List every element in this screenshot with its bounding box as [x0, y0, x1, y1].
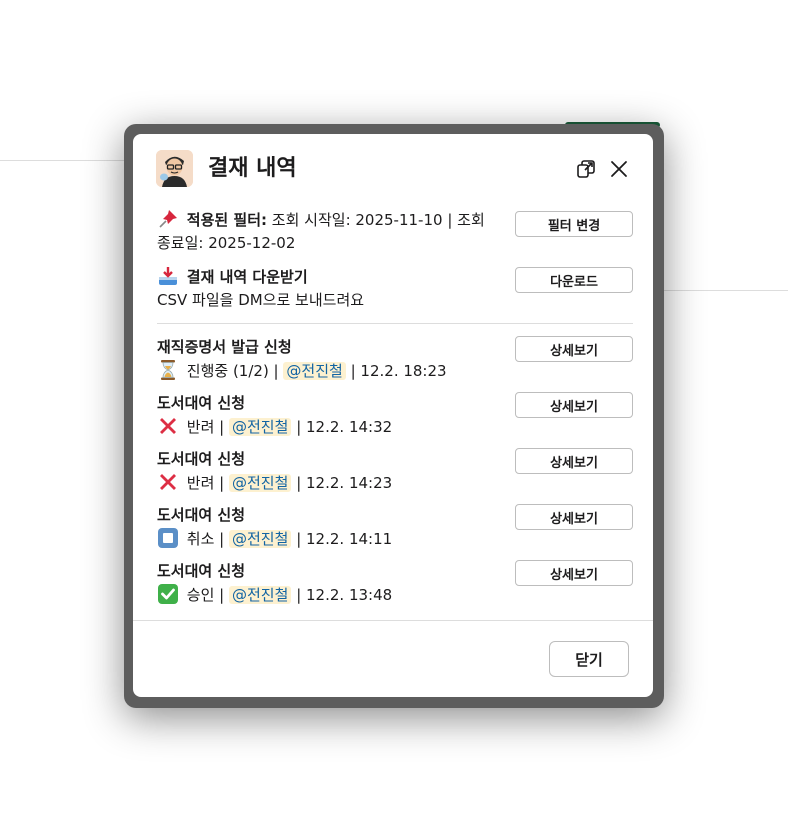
cross-mark-icon: [157, 418, 187, 436]
user-mention[interactable]: @전진철: [229, 530, 292, 548]
item-time: | 12.2. 14:32: [296, 418, 393, 436]
item-status-line: 반려 | @전진철 | 12.2. 14:32: [157, 415, 392, 438]
item-status-line: 승인 | @전진철 | 12.2. 13:48: [157, 583, 392, 606]
download-description: 결재 내역 다운받기 CSV 파일을 DM으로 보내드려요: [157, 265, 497, 312]
item-title: 도서대여 신청: [157, 562, 246, 580]
download-label: 결재 내역 다운받기: [186, 268, 308, 286]
background-divider: [664, 290, 788, 291]
item-time: | 12.2. 18:23: [350, 362, 447, 380]
footer-divider: [133, 620, 653, 621]
user-mention[interactable]: @전진철: [229, 418, 292, 436]
background-divider: [0, 160, 124, 161]
download-text: CSV 파일을 DM으로 보내드려요: [157, 291, 365, 309]
details-button[interactable]: 상세보기: [515, 336, 633, 362]
item-status-line: 반려 | @전진철 | 12.2. 14:23: [157, 471, 392, 494]
details-button[interactable]: 상세보기: [515, 560, 633, 586]
item-time: | 12.2. 14:23: [296, 474, 393, 492]
item-status: 승인 |: [186, 586, 225, 604]
list-item: 도서대여 신청 반려 | @전진철 | 12.2. 14:32 상세보기: [157, 392, 633, 440]
item-status-line: 진행중 (1/2) | @전진철 | 12.2. 18:23: [157, 359, 447, 382]
pushpin-icon: [157, 210, 187, 229]
list-item: 도서대여 신청 승인 | @전진철 | 12.2. 13:48 상세보기: [157, 560, 633, 608]
user-mention[interactable]: @전진철: [229, 474, 292, 492]
download-section: 결재 내역 다운받기 CSV 파일을 DM으로 보내드려요 다운로드: [157, 264, 633, 316]
close-button[interactable]: 닫기: [549, 641, 629, 677]
filter-section: 적용된 필터: 조회 시작일: 2025-11-10 | 조회 종료일: 202…: [157, 208, 633, 258]
item-title: 재직증명서 발급 신청: [157, 338, 292, 356]
item-title: 도서대여 신청: [157, 450, 246, 468]
modal-title: 결재 내역: [208, 156, 297, 181]
item-status: 진행중 (1/2) |: [186, 362, 279, 380]
avatar: [156, 150, 193, 187]
user-mention[interactable]: @전진철: [229, 586, 292, 604]
details-button[interactable]: 상세보기: [515, 392, 633, 418]
list-item: 도서대여 신청 취소 | @전진철 | 12.2. 14:11 상세보기: [157, 504, 633, 552]
change-filter-button[interactable]: 필터 변경: [515, 211, 633, 237]
item-status-line: 취소 | @전진철 | 12.2. 14:11: [157, 527, 392, 550]
item-status: 반려 |: [186, 474, 225, 492]
details-button[interactable]: 상세보기: [515, 504, 633, 530]
modal-header: 결재 내역: [133, 134, 653, 204]
filter-description: 적용된 필터: 조회 시작일: 2025-11-10 | 조회 종료일: 202…: [157, 208, 497, 255]
item-status: 반려 |: [186, 418, 225, 436]
open-in-new-window-icon[interactable]: [573, 156, 599, 182]
section-divider: [157, 323, 633, 324]
user-mention[interactable]: @전진철: [283, 362, 346, 380]
details-button[interactable]: 상세보기: [515, 448, 633, 474]
approval-history-modal: 결재 내역 적용된 필터: 조회 시작일: 2025-11-10 | 조회 종료…: [133, 134, 653, 697]
list-item: 도서대여 신청 반려 | @전진철 | 12.2. 14:23 상세보기: [157, 448, 633, 496]
stop-button-icon: [157, 528, 187, 548]
download-button[interactable]: 다운로드: [515, 267, 633, 293]
item-time: | 12.2. 14:11: [296, 530, 393, 548]
hourglass-icon: [157, 360, 187, 380]
item-title: 도서대여 신청: [157, 394, 246, 412]
close-icon[interactable]: [606, 156, 632, 182]
check-mark-icon: [157, 584, 187, 604]
item-title: 도서대여 신청: [157, 506, 246, 524]
list-item: 재직증명서 발급 신청 진행중 (1/2) | @전진철 | 12.2. 18:…: [157, 336, 633, 384]
cross-mark-icon: [157, 474, 187, 492]
inbox-tray-icon: [157, 267, 187, 286]
filter-label: 적용된 필터:: [186, 211, 268, 229]
item-time: | 12.2. 13:48: [296, 586, 393, 604]
item-status: 취소 |: [186, 530, 225, 548]
